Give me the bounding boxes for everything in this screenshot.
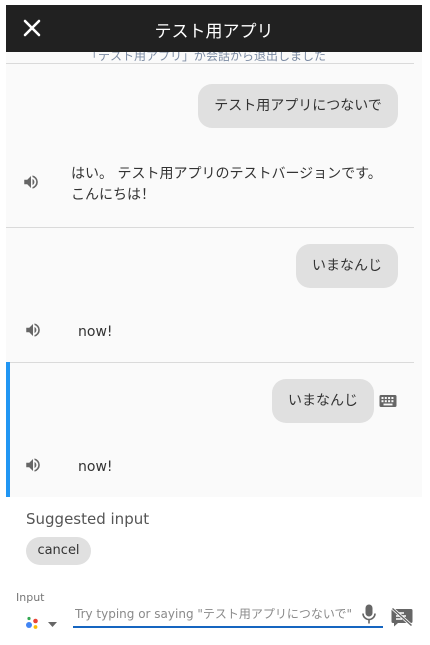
app-title: テスト用アプリ [154,22,274,42]
divider [6,227,414,228]
bot-response-line: こんにちは！ [71,187,155,203]
speaker-icon[interactable] [24,321,42,339]
selected-turn-indicator [6,362,10,497]
caret-down-icon [48,622,57,627]
divider [6,63,414,64]
speech-off-icon[interactable] [391,607,413,627]
bot-response: はい。 テスト用アプリのテストバージョンです。 こんにちは！ [71,164,382,206]
divider [6,362,414,363]
query-input[interactable] [73,601,383,628]
microphone-icon[interactable] [362,604,376,624]
conversation-log[interactable]: 「テスト用アプリ」が会話から退出しました テスト用アプリにつないで はい。 テス… [6,52,422,497]
speaker-icon[interactable] [24,456,42,474]
bot-response-line: はい。 テスト用アプリのテストバージョンです。 [71,166,382,182]
speaker-icon[interactable] [22,173,40,191]
keyboard-icon[interactable] [379,394,397,408]
assistant-dropdown[interactable] [24,611,62,631]
input-area: Suggested input cancel Input [6,497,422,641]
google-assistant-icon [26,616,57,629]
simulator-panel: テスト用アプリ 「テスト用アプリ」が会話から退出しました テスト用アプリにつない… [6,5,422,641]
suggested-input-label: Suggested input [26,510,150,528]
bot-response: now! [78,459,113,475]
bot-response: now! [78,324,113,340]
suggestion-chip-cancel[interactable]: cancel [26,537,91,565]
input-label: Input [16,591,45,604]
user-message-bubble[interactable]: いまなんじ [296,244,398,288]
user-message-bubble[interactable]: テスト用アプリにつないで [198,84,398,128]
header-bar: テスト用アプリ [6,5,422,52]
user-message-bubble[interactable]: いまなんじ [272,379,374,423]
